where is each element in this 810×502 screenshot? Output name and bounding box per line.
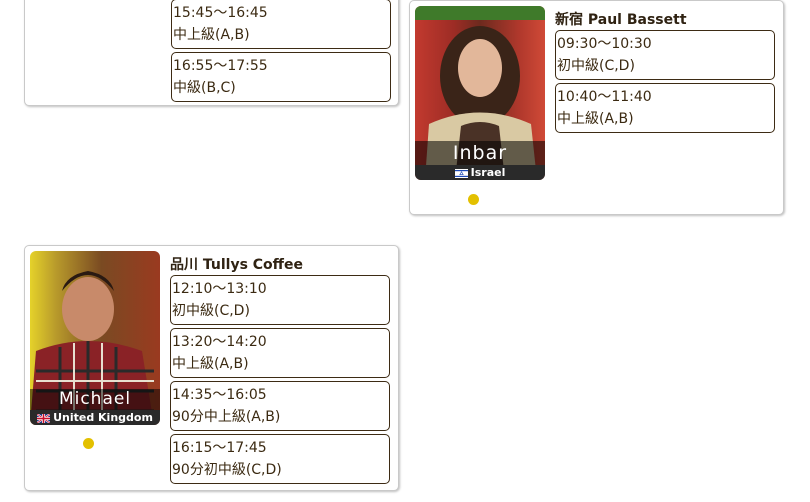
slot-level: 中上級(A,B) [557, 111, 634, 127]
slot-time: 15:45～16:45 [173, 5, 268, 21]
teacher-name: Inbar [415, 141, 545, 165]
slot-level: 中上級(A,B) [172, 356, 249, 372]
lesson-card-1: 15:45～16:45 中上級(A,B) 16:55～17:55 中級(B,C) [24, 0, 399, 106]
slot-time: 16:55～17:55 [173, 58, 268, 74]
time-slot[interactable]: 09:30～10:30 初中級(C,D) [555, 30, 775, 80]
slot-time: 14:35～16:05 [172, 387, 267, 403]
lesson-card-2: Inbar Israel 新宿 Paul Bassett 09:30～10:30… [409, 0, 784, 215]
slot-level: 初中級(C,D) [557, 58, 635, 74]
venue-name: 新宿 Paul Bassett [555, 12, 687, 28]
time-slot[interactable]: 16:55～17:55 中級(B,C) [171, 52, 391, 102]
teacher-name: Michael [30, 389, 160, 410]
slot-level: 中級(B,C) [173, 80, 236, 96]
country-label: United Kingdom [53, 411, 153, 424]
israel-flag-icon [454, 168, 468, 178]
slot-level: 初中級(C,D) [172, 303, 250, 319]
uk-flag-icon [37, 413, 51, 423]
time-slot[interactable]: 12:10～13:10 初中級(C,D) [170, 275, 390, 325]
time-slot[interactable]: 14:35～16:05 90分中上級(A,B) [170, 381, 390, 431]
teacher-country: Israel [415, 165, 545, 180]
teacher-country: United Kingdom [30, 410, 160, 425]
time-slot[interactable]: 13:20～14:20 中上級(A,B) [170, 328, 390, 378]
teacher-photo[interactable]: Inbar Israel [415, 6, 545, 180]
time-slot[interactable]: 16:15～17:45 90分初中級(C,D) [170, 434, 390, 484]
slot-time: 09:30～10:30 [557, 36, 652, 52]
slot-level: 中上級(A,B) [173, 27, 250, 43]
venue-name: 品川 Tullys Coffee [170, 257, 304, 273]
slot-level: 90分初中級(C,D) [172, 462, 282, 478]
slot-time: 13:20～14:20 [172, 334, 267, 350]
status-dot [468, 194, 479, 205]
slot-time: 16:15～17:45 [172, 440, 267, 456]
status-dot [83, 438, 94, 449]
time-slot[interactable]: 15:45～16:45 中上級(A,B) [171, 0, 391, 49]
time-slot[interactable]: 10:40～11:40 中上級(A,B) [555, 83, 775, 133]
lesson-card-3: Michael United Kingdom 品川 Tullys Coffee … [24, 245, 399, 491]
slot-time: 12:10～13:10 [172, 281, 267, 297]
slot-level: 90分中上級(A,B) [172, 409, 281, 425]
teacher-photo[interactable]: Michael United Kingdom [30, 251, 160, 425]
country-label: Israel [470, 166, 506, 179]
slot-time: 10:40～11:40 [557, 89, 652, 105]
